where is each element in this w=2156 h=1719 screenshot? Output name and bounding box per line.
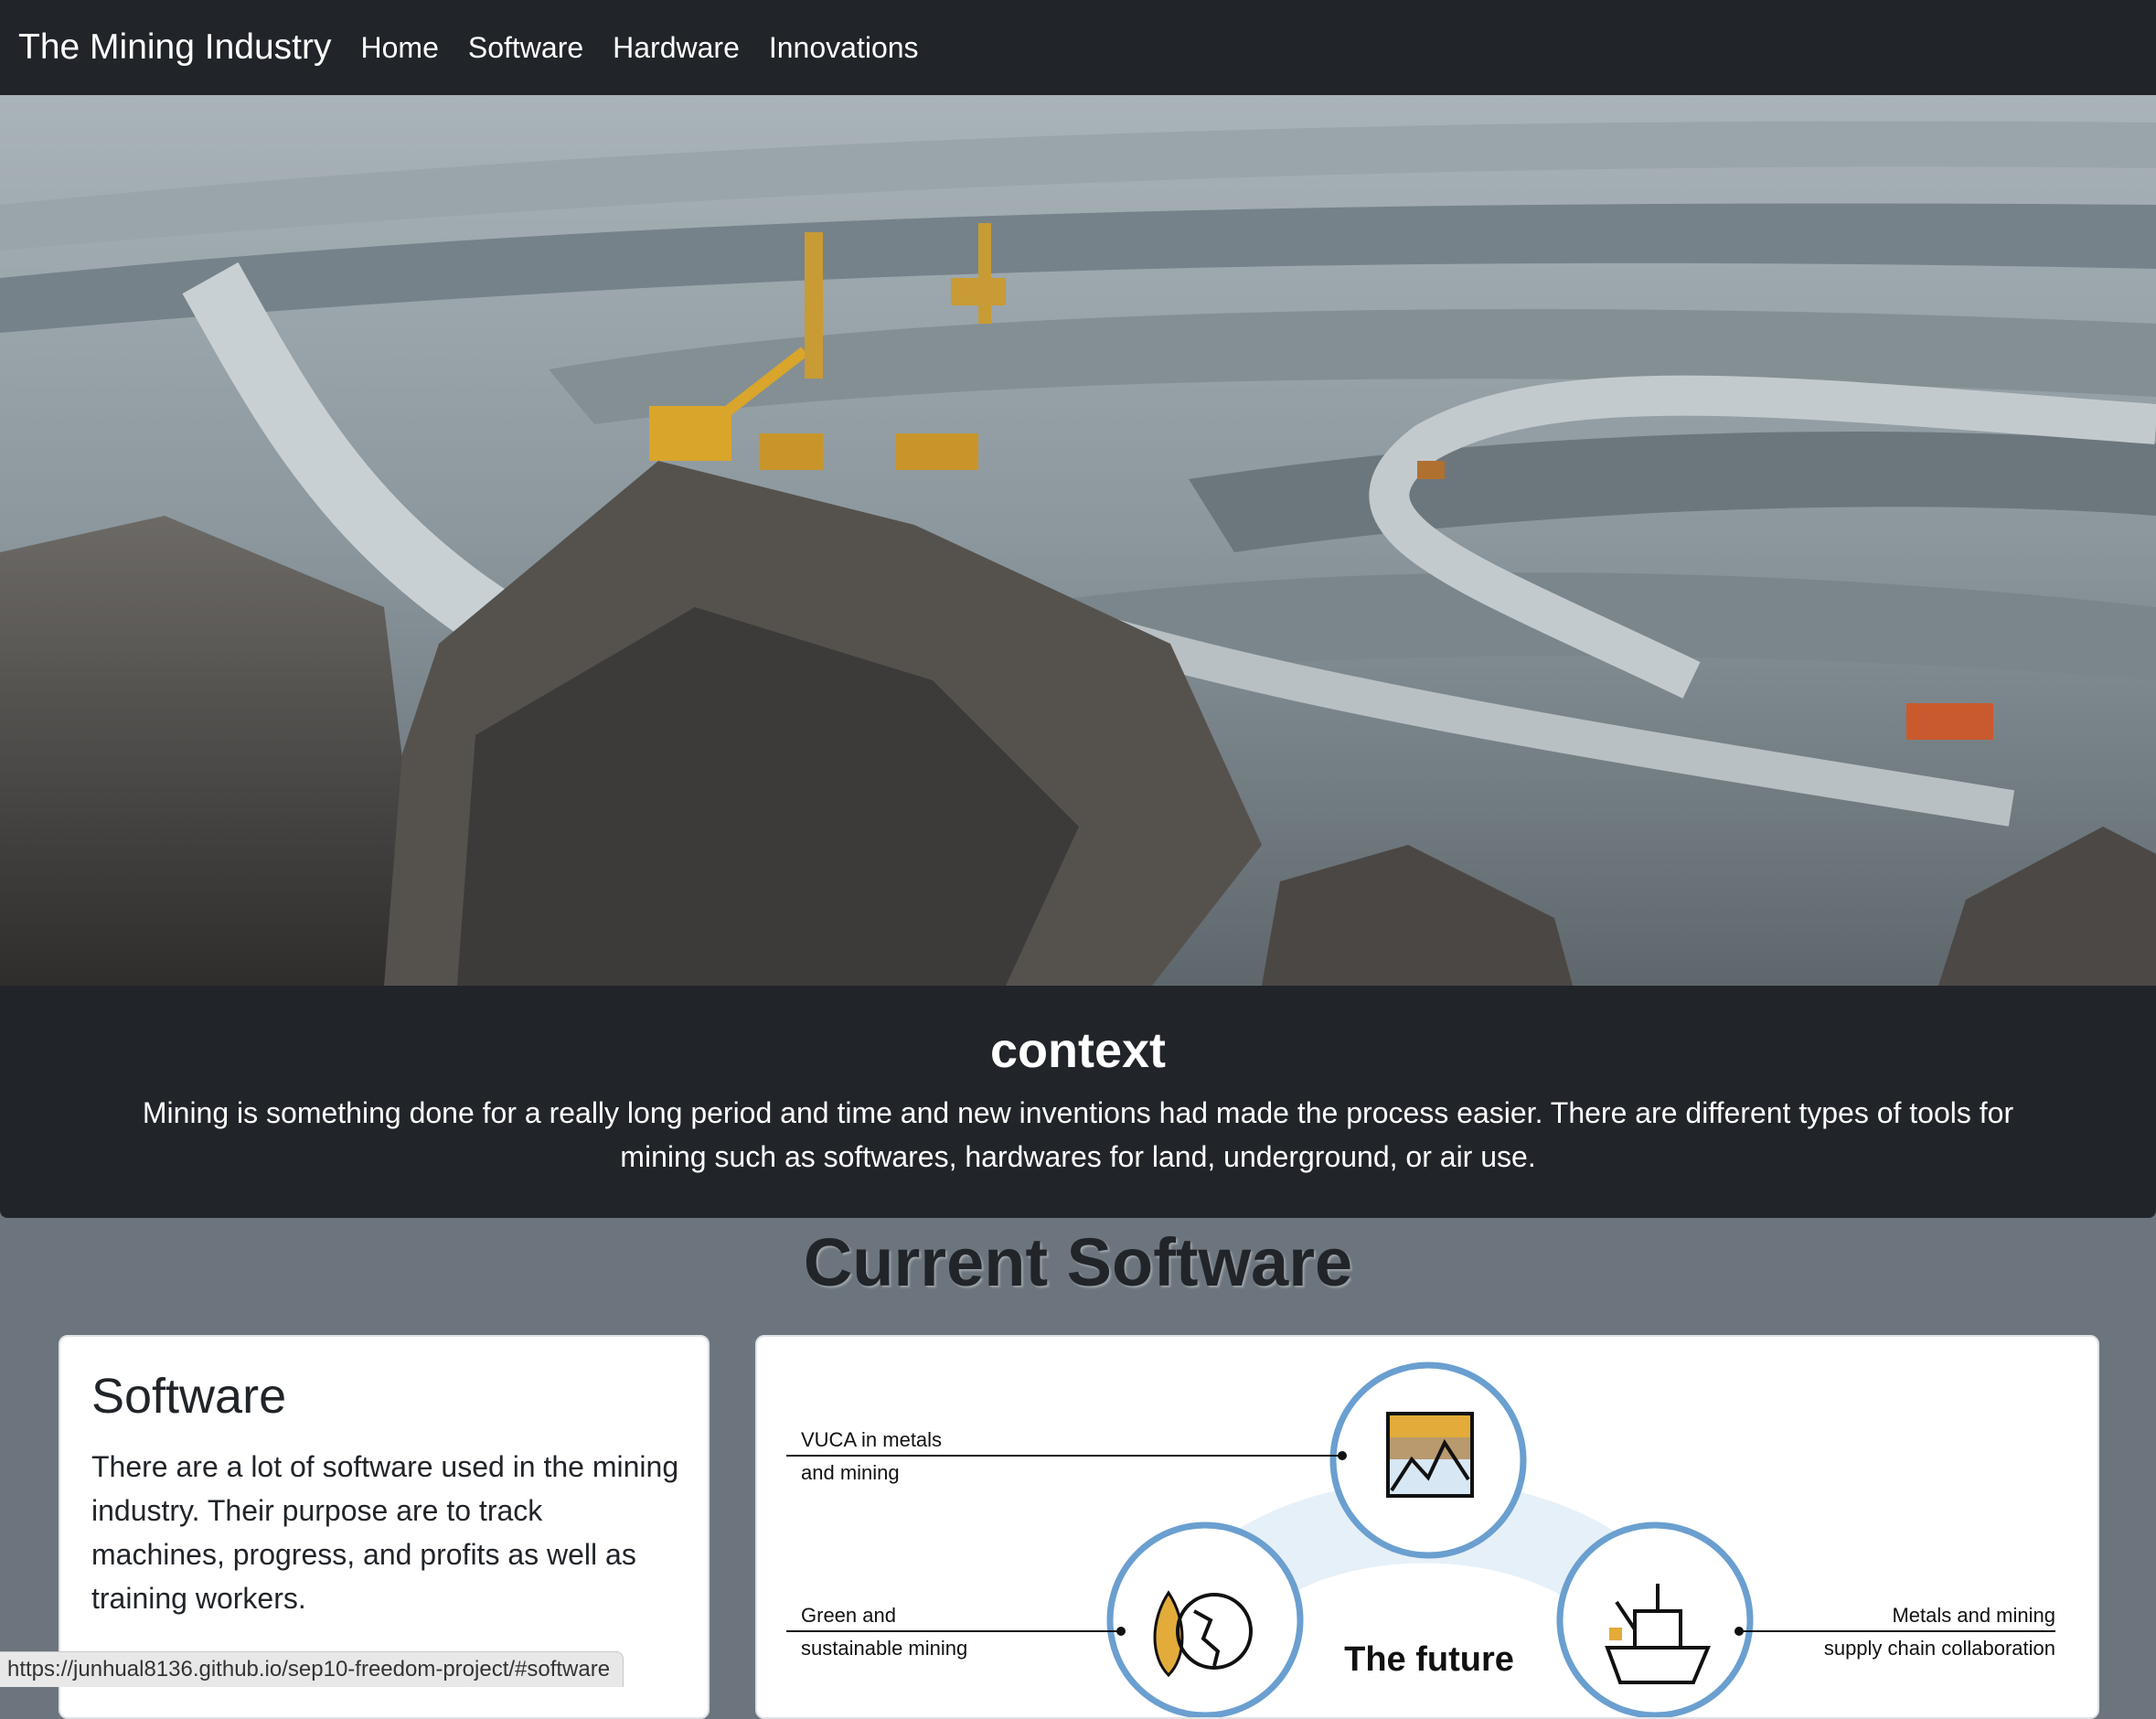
context-section: context Mining is something done for a r…: [0, 986, 2156, 1218]
nav-link-innovations[interactable]: Innovations: [769, 31, 919, 65]
status-bar-url: https://junhual8136.github.io/sep10-free…: [0, 1651, 624, 1687]
context-body: Mining is something done for a really lo…: [142, 1096, 2014, 1174]
label-vuca-line1: VUCA in metals: [801, 1428, 942, 1451]
nav-link-software[interactable]: Software: [468, 31, 583, 65]
nav-link-hardware[interactable]: Hardware: [613, 31, 740, 65]
label-supply-line2: supply chain collaboration: [1824, 1637, 2055, 1660]
label-green-line1: Green and: [801, 1604, 896, 1627]
nav-link-home[interactable]: Home: [361, 31, 439, 65]
diagram-center-title: The future: [1344, 1640, 1514, 1679]
software-card-body: There are a lot of software used in the …: [91, 1450, 679, 1615]
navbar-brand[interactable]: The Mining Industry: [18, 27, 332, 68]
hero-mine-image: [0, 95, 2156, 986]
future-diagram-card: VUCA in metals and mining Green and sust…: [755, 1335, 2099, 1719]
software-card-title: Software: [91, 1369, 287, 1424]
context-title: context: [989, 1023, 1167, 1078]
mountain-chart-icon: [1386, 1412, 1474, 1498]
supply-chain-ring: [1556, 1521, 1754, 1717]
label-green-line2: sustainable mining: [801, 1637, 967, 1660]
top-navbar: The Mining Industry Home Software Hardwa…: [0, 0, 2156, 95]
future-of-mining-diagram: VUCA in metals and mining Green and sust…: [786, 1361, 2055, 1717]
label-supply-line1: Metals and mining: [1892, 1604, 2055, 1627]
label-vuca-line2: and mining: [801, 1461, 900, 1484]
open-pit-mine-illustration: [0, 95, 2156, 986]
green-mining-ring: [1106, 1521, 1304, 1717]
current-software-heading: Current Software: [803, 1224, 1353, 1300]
